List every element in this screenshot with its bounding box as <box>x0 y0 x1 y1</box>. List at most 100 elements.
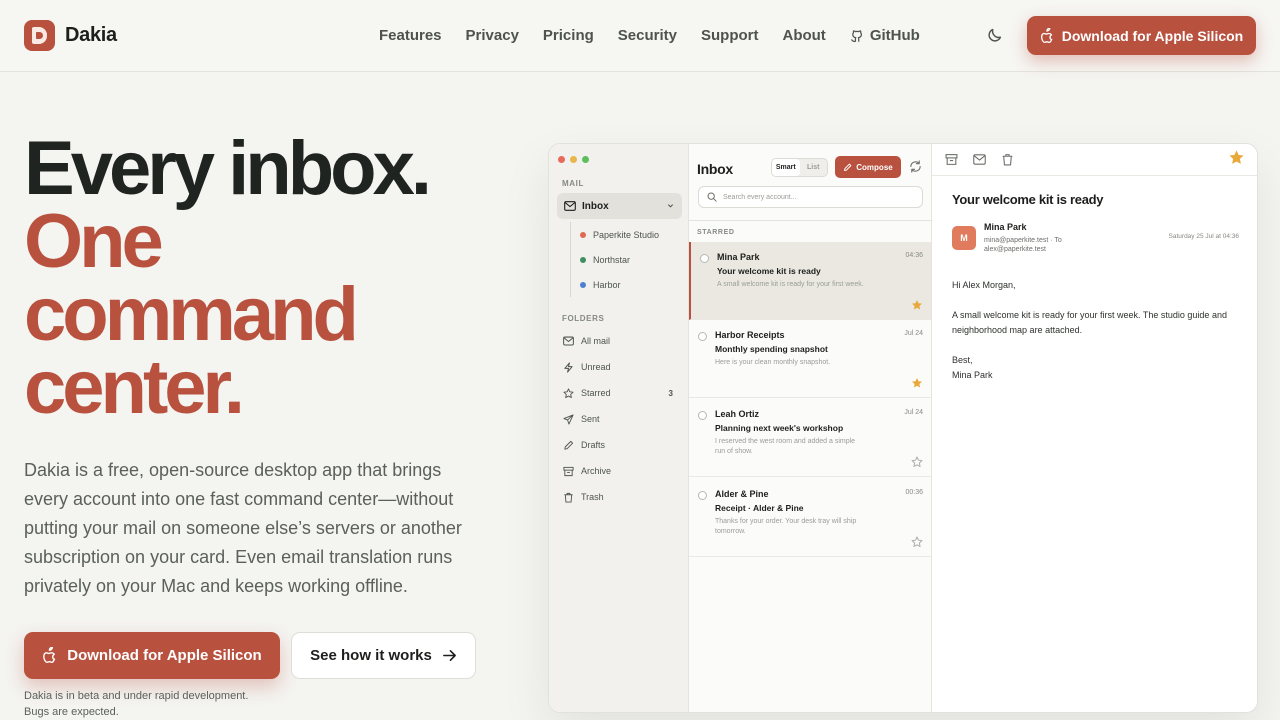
select-radio[interactable] <box>700 254 709 263</box>
star-filled-icon[interactable] <box>911 377 923 389</box>
account-list: Paperkite Studio Northstar Harbor <box>570 222 659 297</box>
hero-title-line2: One <box>24 199 164 284</box>
nav-download-label: Download for Apple Silicon <box>1061 27 1244 44</box>
refresh-icon <box>910 160 921 173</box>
sidebar-account-paperkite[interactable]: Paperkite Studio <box>571 222 659 247</box>
sidebar-account-northstar[interactable]: Northstar <box>571 247 659 272</box>
app-preview-window: MAIL Inbox Paperkite Studio Northstar Ha… <box>548 143 1258 713</box>
nav-link-privacy[interactable]: Privacy <box>466 27 519 44</box>
message-subject: Planning next week's workshop <box>715 423 844 433</box>
hero-download-button[interactable]: Download for Apple Silicon <box>24 632 280 679</box>
body-paragraph: A small welcome kit is ready for your fi… <box>952 310 1227 335</box>
starred-section-label: STARRED <box>697 229 735 236</box>
message-from: Mina Park <box>717 252 760 262</box>
star-filled-icon[interactable] <box>1228 149 1245 166</box>
star-outline-icon[interactable] <box>911 536 923 548</box>
pencil-icon <box>564 440 574 450</box>
message-snippet: Thanks for your order. Your desk tray wi… <box>715 518 857 535</box>
sidebar-folder-drafts[interactable]: Drafts <box>563 437 681 453</box>
message-snippet: I reserved the west room and added a sim… <box>715 438 856 455</box>
top-nav: Dakia Features Privacy Pricing Security … <box>0 0 1280 72</box>
message-row[interactable]: Leah Ortiz Jul 24 Planning next week's w… <box>689 399 931 477</box>
maximize-dot[interactable] <box>582 156 589 163</box>
sender-avatar: M <box>952 226 976 250</box>
sidebar-folder-archive[interactable]: Archive <box>563 463 681 479</box>
minimize-dot[interactable] <box>570 156 577 163</box>
folder-label: Archive <box>581 466 612 476</box>
nav-link-features[interactable]: Features <box>379 27 442 44</box>
sender-name: Mina Park <box>984 222 1027 232</box>
hero-download-label: Download for Apple Silicon <box>67 647 262 664</box>
view-toggle: Smart List <box>771 158 828 177</box>
theme-toggle-button[interactable] <box>986 26 1006 46</box>
message-row[interactable]: Alder & Pine 00:36 Receipt · Alder & Pin… <box>689 479 931 557</box>
send-icon <box>563 413 574 425</box>
sidebar-item-inbox[interactable]: Inbox <box>557 193 682 219</box>
trash-icon[interactable] <box>1001 153 1014 166</box>
apple-icon <box>43 647 56 663</box>
nav-link-support[interactable]: Support <box>701 27 759 44</box>
brand-logo[interactable]: Dakia <box>24 20 117 51</box>
message-row[interactable]: Mina Park 04:36 Your welcome kit is read… <box>689 242 931 320</box>
select-radio[interactable] <box>698 491 707 500</box>
nav-link-pricing[interactable]: Pricing <box>543 27 594 44</box>
sidebar-folder-trash[interactable]: Trash <box>563 489 681 505</box>
mail-unread-icon[interactable] <box>973 153 986 166</box>
message-time: 00:36 <box>905 489 923 496</box>
account-name: Harbor <box>593 279 621 290</box>
beta-note: Dakia is in beta and under rapid develop… <box>24 688 284 720</box>
message-subject: Receipt · Alder & Pine <box>715 503 804 513</box>
nav-link-security[interactable]: Security <box>618 27 677 44</box>
github-label: GitHub <box>869 27 920 44</box>
sidebar-folder-starred[interactable]: Starred 3 <box>563 385 681 401</box>
message-from: Leah Ortiz <box>715 409 760 419</box>
arrow-right-icon <box>442 650 456 661</box>
star-outline-icon[interactable] <box>911 456 923 468</box>
message-snippet: Here is your clean monthly snapshot. <box>715 359 831 366</box>
message-body: Hi Alex Morgan, A small welcome kit is r… <box>952 278 1242 383</box>
sidebar-account-harbor[interactable]: Harbor <box>571 272 659 297</box>
refresh-button[interactable] <box>909 160 922 173</box>
folder-label: Sent <box>581 414 600 424</box>
account-name: Paperkite Studio <box>593 229 660 240</box>
see-how-it-works-button[interactable]: See how it works <box>291 632 476 679</box>
reader-subject: Your welcome kit is ready <box>952 192 1104 207</box>
sidebar-folder-sent[interactable]: Sent <box>563 411 681 427</box>
beta-note-line2: Bugs are expected. <box>24 706 119 718</box>
view-smart-tab[interactable]: Smart <box>772 159 800 176</box>
hero-title-line1: Every inbox. <box>24 126 432 211</box>
close-dot[interactable] <box>558 156 565 163</box>
list-divider <box>689 220 931 221</box>
search-input[interactable]: Search every account... <box>698 186 923 208</box>
pencil-icon <box>844 163 852 171</box>
select-radio[interactable] <box>698 411 707 420</box>
starred-count: 3 <box>668 388 673 398</box>
select-radio[interactable] <box>698 332 707 341</box>
window-controls <box>558 156 589 163</box>
hero-title-line4: center. <box>24 345 245 430</box>
account-color-dot <box>580 231 586 238</box>
body-greeting: Hi Alex Morgan, <box>952 280 1016 290</box>
sidebar-folder-unread[interactable]: Unread <box>563 359 681 375</box>
compose-label: Compose <box>856 162 893 172</box>
message-subject: Monthly spending snapshot <box>715 344 828 354</box>
star-filled-icon[interactable] <box>911 299 923 311</box>
message-row[interactable]: Harbor Receipts Jul 24 Monthly spending … <box>689 320 931 398</box>
account-name: Northstar <box>593 254 631 265</box>
sender-address-line: mina@paperkite.test · To alex@paperkite.… <box>984 237 1062 253</box>
dakia-logo-icon <box>24 20 55 51</box>
body-signature: Mina Park <box>952 370 993 380</box>
chevron-down-icon <box>667 204 674 208</box>
hero-title: Every inbox. One command center. <box>24 126 432 430</box>
message-list-pane: Inbox Smart List Compose Search every ac… <box>689 144 932 712</box>
archive-icon[interactable] <box>945 153 958 166</box>
view-list-tab[interactable]: List <box>800 159 828 176</box>
message-subject: Your welcome kit is ready <box>717 266 821 276</box>
nav-link-about[interactable]: About <box>782 27 825 44</box>
compose-button[interactable]: Compose <box>835 156 901 178</box>
message-time: 04:36 <box>905 252 923 259</box>
search-placeholder: Search every account... <box>723 193 797 201</box>
nav-download-button[interactable]: Download for Apple Silicon <box>1027 16 1256 55</box>
nav-link-github[interactable]: GitHub <box>850 27 920 44</box>
sidebar-folder-all-mail[interactable]: All mail <box>563 333 681 349</box>
